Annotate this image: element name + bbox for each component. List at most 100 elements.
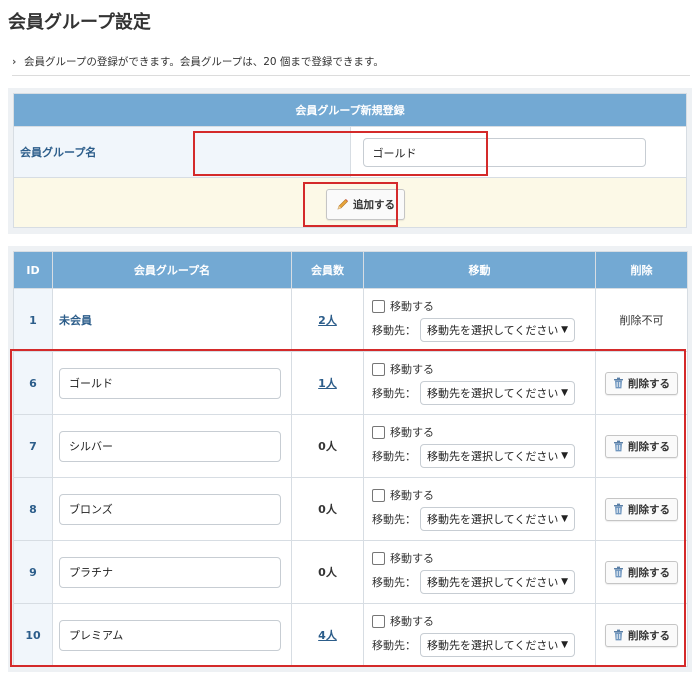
delete-button[interactable]: 削除する bbox=[605, 497, 678, 521]
row-member-count: 4人 bbox=[291, 603, 364, 667]
group-name-input[interactable] bbox=[59, 556, 281, 588]
move-dest-select[interactable]: 移動先を選択してください ▼ bbox=[420, 318, 575, 342]
move-dest-select[interactable]: 移動先を選択してください ▼ bbox=[420, 570, 575, 594]
trash-icon bbox=[614, 440, 623, 452]
move-checkbox[interactable] bbox=[372, 362, 385, 376]
trash-icon bbox=[614, 629, 623, 641]
chevron-down-icon: ▼ bbox=[561, 325, 568, 335]
group-name-input[interactable] bbox=[59, 430, 281, 462]
row-group-name-cell bbox=[52, 351, 292, 415]
delete-button[interactable]: 削除する bbox=[605, 623, 678, 647]
row-delete-cell: 削除する bbox=[595, 540, 688, 604]
row-group-name: 未会員 bbox=[52, 288, 292, 352]
table-header-row: ID 会員グループ名 会員数 移動 削除 bbox=[13, 251, 688, 289]
add-group-button[interactable]: 追加する bbox=[326, 189, 405, 220]
add-button-label: 追加する bbox=[353, 199, 395, 211]
row-delete-cell: 削除する bbox=[595, 351, 688, 415]
move-dest-placeholder: 移動先を選択してください bbox=[427, 450, 559, 463]
row-delete-status: 削除不可 bbox=[595, 288, 688, 352]
move-checkbox[interactable] bbox=[372, 299, 385, 313]
table-row: 10 4人 移動する 移動先： 移動先を選択してください▼ 削除する bbox=[13, 603, 688, 667]
chevron-down-icon: ▼ bbox=[561, 388, 568, 398]
move-dest-placeholder: 移動先を選択してください bbox=[427, 324, 559, 337]
row-member-count: 0人 bbox=[291, 477, 364, 541]
move-checkbox[interactable] bbox=[372, 551, 385, 565]
move-dest-placeholder: 移動先を選択してください bbox=[427, 639, 559, 652]
move-dest-label: 移動先： bbox=[372, 387, 416, 400]
row-move: 移動する 移動先： 移動先を選択してください ▼ bbox=[363, 414, 596, 478]
row-group-name-cell bbox=[52, 477, 292, 541]
registration-footer: 追加する bbox=[13, 177, 687, 228]
group-name-input[interactable] bbox=[59, 619, 281, 651]
delete-button[interactable]: 削除する bbox=[605, 560, 678, 584]
registration-header: 会員グループ新規登録 bbox=[13, 93, 687, 127]
row-id: 9 bbox=[13, 540, 53, 604]
chevron-right-icon: › bbox=[12, 56, 17, 68]
group-name-input[interactable] bbox=[59, 493, 281, 525]
row-group-name-cell bbox=[52, 603, 292, 667]
delete-button[interactable]: 削除する bbox=[605, 371, 678, 395]
page-title: 会員グループ設定 bbox=[8, 12, 151, 33]
move-checkbox[interactable] bbox=[372, 614, 385, 628]
header-member-count: 会員数 bbox=[291, 251, 364, 289]
trash-icon bbox=[614, 503, 623, 515]
delete-button-label: 削除する bbox=[628, 377, 670, 390]
delete-button-label: 削除する bbox=[628, 566, 670, 579]
row-move: 移動する 移動先： 移動先を選択してください ▼ bbox=[363, 540, 596, 604]
delete-button-label: 削除する bbox=[628, 440, 670, 453]
chevron-down-icon: ▼ bbox=[561, 640, 568, 650]
table-row: 9 0人 移動する 移動先： 移動先を選択してください▼ 削除する bbox=[13, 540, 688, 604]
member-count-link[interactable]: 1人 bbox=[318, 377, 337, 390]
move-dest-select[interactable]: 移動先を選択してください ▼ bbox=[420, 633, 575, 657]
header-id: ID bbox=[13, 251, 53, 289]
header-delete: 削除 bbox=[595, 251, 688, 289]
delete-button-label: 削除する bbox=[628, 629, 670, 642]
move-checkbox-label: 移動する bbox=[390, 552, 434, 565]
chevron-down-icon: ▼ bbox=[561, 577, 568, 587]
group-list-panel: ID 会員グループ名 会員数 移動 削除 1 未会員 2人 移動する 移動先：移… bbox=[8, 246, 692, 672]
move-dest-label: 移動先： bbox=[372, 576, 416, 589]
move-checkbox-label: 移動する bbox=[390, 489, 434, 502]
move-dest-select[interactable]: 移動先を選択してください ▼ bbox=[420, 381, 575, 405]
new-group-name-input[interactable] bbox=[362, 138, 646, 167]
row-move: 移動する 移動先： 移動先を選択してください ▼ bbox=[363, 603, 596, 667]
row-delete-cell: 削除する bbox=[595, 603, 688, 667]
move-dest-label: 移動先： bbox=[372, 513, 416, 526]
row-member-count: 0人 bbox=[291, 414, 364, 478]
move-dest-label: 移動先： bbox=[372, 450, 416, 463]
trash-icon bbox=[614, 566, 623, 578]
move-checkbox[interactable] bbox=[372, 425, 385, 439]
group-list-table: ID 会員グループ名 会員数 移動 削除 1 未会員 2人 移動する 移動先：移… bbox=[13, 251, 688, 667]
registration-panel: 会員グループ新規登録 会員グループ名 追加する bbox=[8, 88, 692, 234]
move-checkbox-label: 移動する bbox=[390, 426, 434, 439]
notice-bar: › 会員グループの登録ができます。会員グループは、20 個まで登録できます。 bbox=[12, 54, 690, 76]
move-dest-placeholder: 移動先を選択してください bbox=[427, 513, 559, 526]
member-count-link[interactable]: 2人 bbox=[318, 314, 337, 327]
group-name-input-cell bbox=[349, 126, 687, 178]
move-dest-select[interactable]: 移動先を選択してください ▼ bbox=[420, 444, 575, 468]
pencil-icon bbox=[337, 199, 348, 210]
row-member-count: 1人 bbox=[291, 351, 364, 415]
delete-button[interactable]: 削除する bbox=[605, 434, 678, 458]
header-group-name: 会員グループ名 bbox=[52, 251, 292, 289]
member-count-link[interactable]: 4人 bbox=[318, 629, 337, 642]
chevron-down-icon: ▼ bbox=[561, 514, 568, 524]
notice-text: 会員グループの登録ができます。会員グループは、20 個まで登録できます。 bbox=[24, 56, 384, 68]
move-checkbox-label: 移動する bbox=[390, 300, 434, 313]
trash-icon bbox=[614, 377, 623, 389]
row-id: 8 bbox=[13, 477, 53, 541]
row-id: 10 bbox=[13, 603, 53, 667]
row-move: 移動する 移動先： 移動先を選択してください ▼ bbox=[363, 288, 596, 352]
move-checkbox[interactable] bbox=[372, 488, 385, 502]
table-row: 6 1人 移動する 移動先： 移動先を選択してください▼ 削除する bbox=[13, 351, 688, 415]
group-name-input[interactable] bbox=[59, 367, 281, 399]
row-member-count: 2人 bbox=[291, 288, 364, 352]
row-id: 1 bbox=[13, 288, 53, 352]
row-move: 移動する 移動先： 移動先を選択してください ▼ bbox=[363, 477, 596, 541]
row-group-name-cell bbox=[52, 414, 292, 478]
table-row: 1 未会員 2人 移動する 移動先： 移動先を選択してください ▼ 削除不可 bbox=[13, 288, 688, 352]
move-dest-select[interactable]: 移動先を選択してください ▼ bbox=[420, 507, 575, 531]
row-id: 7 bbox=[13, 414, 53, 478]
move-checkbox-label: 移動する bbox=[390, 363, 434, 376]
move-checkbox-label: 移動する bbox=[390, 615, 434, 628]
